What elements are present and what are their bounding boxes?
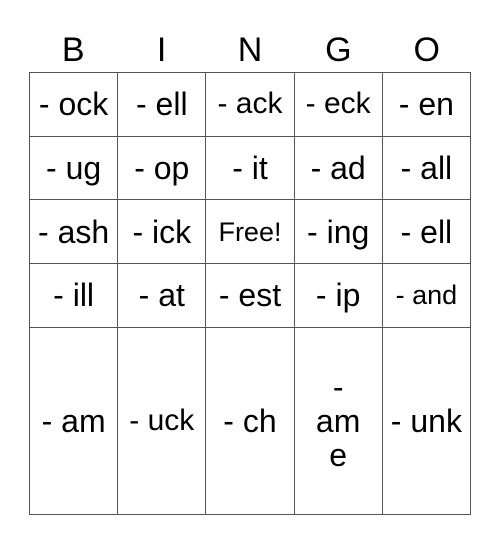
bingo-cell: - ame [293,326,383,516]
bingo-cell: - ip [293,262,383,328]
header-letter-o: O [413,31,440,69]
grid-row: - ill - at - est - ip - and [28,262,472,328]
bingo-cell: - ing [293,199,383,264]
free-space-cell: Free! [205,199,295,264]
bingo-header: B I N G O [29,30,471,70]
bingo-cell: - op [117,135,207,201]
bingo-cell: - en [381,72,472,137]
bingo-cell: - uck [117,326,207,516]
bingo-cell: - ock [28,72,119,137]
bingo-cell: - ch [205,326,295,516]
grid-row: - ash - ick Free! - ing - ell [28,199,472,264]
bingo-cell: - all [381,135,472,201]
header-letter-g: G [325,31,352,69]
grid-row: - ug - op - it - ad - all [28,135,472,201]
bingo-cell: - ick [117,199,207,264]
header-letter-i: I [156,31,167,69]
bingo-cell: - am [28,326,119,516]
header-letter-n: N [237,31,263,69]
bingo-cell: - ell [381,199,472,264]
bingo-grid: - ock - ell - ack - eck - en - ug - op -… [28,72,472,516]
bingo-cell: - ad [293,135,383,201]
bingo-cell-text: - ame [315,368,361,473]
grid-row: - ock - ell - ack - eck - en [28,72,472,137]
bingo-cell: - ug [28,135,119,201]
bingo-cell: - ack [205,72,295,137]
bingo-cell: - est [205,262,295,328]
bingo-cell: - unk [381,326,472,516]
bingo-cell: - ell [117,72,207,137]
bingo-cell: - eck [293,72,383,137]
grid-row: - am - uck - ch - ame - unk [28,326,472,516]
bingo-cell: - ill [28,262,119,328]
bingo-cell: - it [205,135,295,201]
header-letter-b: B [61,31,85,69]
bingo-cell: - ash [28,199,119,264]
bingo-cell: - and [381,262,472,328]
bingo-cell: - at [117,262,207,328]
